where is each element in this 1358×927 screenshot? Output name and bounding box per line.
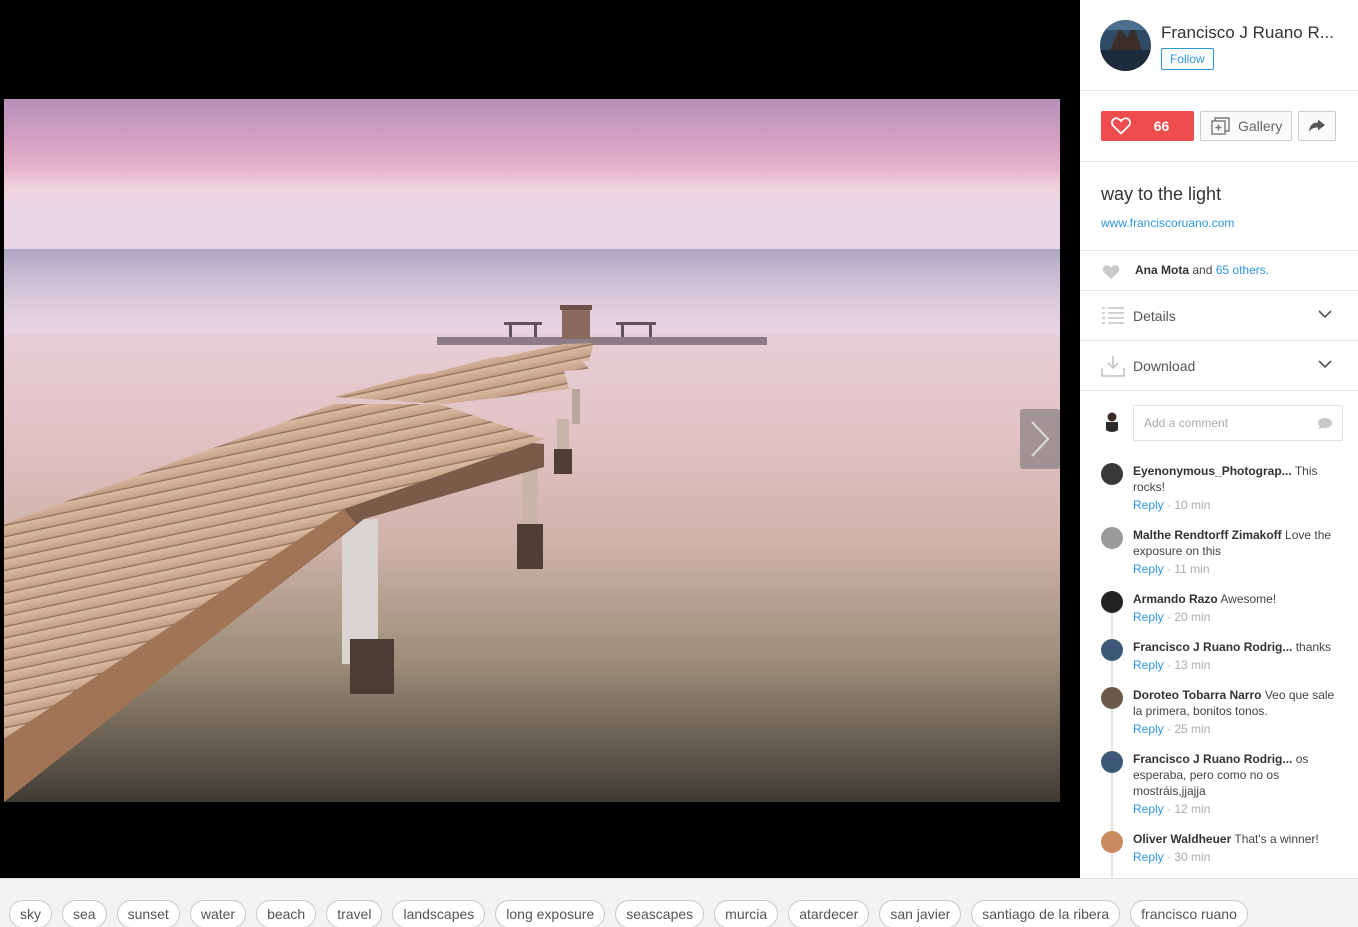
comment-item: Malthe Rendtorff Zimakoff Love the expos… xyxy=(1080,527,1358,577)
comment-time: 10 min xyxy=(1174,498,1211,512)
chevron-down-icon xyxy=(1318,310,1332,319)
heart-icon xyxy=(1101,117,1141,135)
reply-link[interactable]: Reply xyxy=(1133,802,1164,816)
avatar[interactable] xyxy=(1101,687,1123,709)
comment-time: 13 min xyxy=(1174,658,1211,672)
share-arrow-icon xyxy=(1309,119,1325,132)
tag-pill[interactable]: santiago de la ribera xyxy=(971,900,1121,927)
comment-author[interactable]: Oliver Waldheuer xyxy=(1133,832,1231,846)
add-to-gallery-button[interactable]: Gallery xyxy=(1200,111,1292,141)
tag-pill[interactable]: long exposure xyxy=(495,900,606,927)
comment-item: Oliver Waldheuer That's a winner! Reply ·… xyxy=(1080,831,1358,865)
comment-item: Armando Razo Awesome! Reply · 20 min xyxy=(1080,591,1358,625)
chevron-right-icon xyxy=(1031,421,1050,457)
comment-item: Doroteo Tobarra Narro Veo que sale la pr… xyxy=(1080,687,1358,737)
tag-pill[interactable]: beach xyxy=(256,900,317,927)
comment-text: Awesome! xyxy=(1220,592,1277,606)
tag-pill[interactable]: water xyxy=(189,900,247,927)
likers-row: Ana Mota and 65 others. xyxy=(1080,251,1358,291)
action-bar: 66 Gallery xyxy=(1080,91,1358,162)
comment-composer xyxy=(1080,391,1358,457)
comment-item: Francisco J Ruano Rodrig... os esperaba,… xyxy=(1080,751,1358,817)
tag-pill[interactable]: landscapes xyxy=(392,900,486,927)
comment-time: 25 min xyxy=(1174,722,1211,736)
tag-pill[interactable]: sea xyxy=(62,900,107,927)
gallery-label: Gallery xyxy=(1238,118,1283,134)
comment-separator: · xyxy=(1163,722,1175,736)
liker-name[interactable]: Ana Mota xyxy=(1135,263,1189,277)
tag-pill[interactable]: murcia xyxy=(714,900,779,927)
tag-pill[interactable]: atardecer xyxy=(788,900,870,927)
author-avatar[interactable] xyxy=(1100,20,1151,71)
likers-others-link[interactable]: 65 others. xyxy=(1216,263,1269,277)
download-icon xyxy=(1101,356,1125,377)
tag-bar: sky sea sunset water beach travel landscapes lo… xyxy=(0,878,1358,927)
comment-author[interactable]: Eyenonymous_Photograp... xyxy=(1133,464,1292,478)
like-count: 66 xyxy=(1153,118,1170,134)
comment-author[interactable]: Doroteo Tobarra Narro xyxy=(1133,688,1261,702)
tag-pill[interactable]: sky xyxy=(9,900,52,927)
reply-link[interactable]: Reply xyxy=(1133,850,1164,864)
comment-bubble-icon[interactable] xyxy=(1317,417,1333,430)
photo-sidebar: Francisco J Ruano R... Follow 66 Gallery xyxy=(1080,0,1358,878)
likers-joiner: and xyxy=(1192,263,1213,277)
avatar xyxy=(1101,410,1123,432)
photo-website-link[interactable]: www.franciscoruano.com xyxy=(1101,216,1234,230)
comment-time: 11 min xyxy=(1174,562,1210,576)
comment-item: Eyenonymous_Photograp... This rocks! Repl… xyxy=(1080,463,1358,513)
heart-icon xyxy=(1102,265,1120,279)
reply-link[interactable]: Reply xyxy=(1133,610,1164,624)
comment-time: 30 min xyxy=(1174,850,1211,864)
comment-separator: · xyxy=(1163,802,1175,816)
photo-info: way to the light www.franciscoruano.com xyxy=(1080,162,1358,251)
avatar[interactable] xyxy=(1101,639,1123,661)
reply-link[interactable]: Reply xyxy=(1133,658,1164,672)
photo xyxy=(4,99,1060,802)
tag-pill[interactable]: francisco ruano xyxy=(1130,900,1248,927)
tag-pill[interactable]: san javier xyxy=(879,900,962,927)
comment-item: Francisco J Ruano Rodrig... thanks Reply … xyxy=(1080,639,1358,673)
avatar[interactable] xyxy=(1101,591,1123,613)
next-photo-button[interactable] xyxy=(1020,409,1060,469)
comment-separator: · xyxy=(1163,498,1175,512)
list-icon xyxy=(1102,307,1124,324)
comment-time: 20 min xyxy=(1174,610,1211,624)
comment-separator: · xyxy=(1163,658,1175,672)
comment-author[interactable]: Francisco J Ruano Rodrig... xyxy=(1133,640,1292,654)
chevron-down-icon xyxy=(1318,360,1332,369)
reply-link[interactable]: Reply xyxy=(1133,498,1164,512)
like-button[interactable]: 66 xyxy=(1101,111,1194,141)
follow-button[interactable]: Follow xyxy=(1161,48,1214,70)
comment-author[interactable]: Armando Razo xyxy=(1133,592,1218,606)
photo-viewer xyxy=(0,0,1080,878)
download-label: Download xyxy=(1133,358,1196,374)
reply-link[interactable]: Reply xyxy=(1133,722,1164,736)
comment-list: Eyenonymous_Photograp... This rocks! Repl… xyxy=(1080,457,1358,878)
photo-title: way to the light xyxy=(1101,184,1222,204)
comment-text: That's a winner! xyxy=(1234,832,1319,846)
comment-separator: · xyxy=(1163,850,1175,864)
comment-separator: · xyxy=(1163,610,1175,624)
tag-pill[interactable]: sunset xyxy=(116,900,180,927)
avatar[interactable] xyxy=(1101,751,1123,773)
author-name[interactable]: Francisco J Ruano R... xyxy=(1161,23,1351,43)
avatar[interactable] xyxy=(1101,527,1123,549)
avatar[interactable] xyxy=(1101,831,1123,853)
download-expander[interactable]: Download xyxy=(1080,341,1358,391)
comment-time: 12 min xyxy=(1174,802,1211,816)
author-section: Francisco J Ruano R... Follow xyxy=(1080,0,1358,91)
tag-pill[interactable]: seascapes xyxy=(615,900,705,927)
reply-link[interactable]: Reply xyxy=(1133,562,1164,576)
share-button[interactable] xyxy=(1298,111,1336,141)
gallery-add-icon xyxy=(1211,117,1230,135)
comment-author[interactable]: Francisco J Ruano Rodrig... xyxy=(1133,752,1292,766)
tag-pill[interactable]: travel xyxy=(326,900,383,927)
comment-author[interactable]: Malthe Rendtorff Zimakoff xyxy=(1133,528,1282,542)
comment-separator: · xyxy=(1163,562,1175,576)
details-expander[interactable]: Details xyxy=(1080,291,1358,341)
details-label: Details xyxy=(1133,308,1176,324)
comment-input[interactable] xyxy=(1133,405,1343,441)
comment-text: thanks xyxy=(1295,640,1332,654)
avatar[interactable] xyxy=(1101,463,1123,485)
